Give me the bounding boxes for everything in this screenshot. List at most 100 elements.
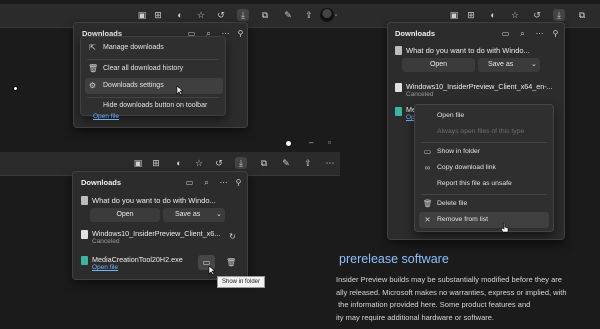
menu-item-label: Hide downloads button on toolbar: [103, 102, 208, 109]
file-icon: [395, 83, 402, 92]
show-in-folder-item[interactable]: ▭ Show in folder: [419, 144, 549, 160]
file-icon: [395, 46, 402, 55]
collections-icon[interactable]: ⧉: [576, 9, 588, 21]
download-question: What do you want to do with Windo...: [92, 196, 216, 205]
search-icon[interactable]: ⌕: [202, 178, 211, 187]
maximize-icon[interactable]: ▫: [328, 138, 331, 147]
link-icon: ∞: [424, 163, 431, 172]
close-icon: ✕: [424, 215, 431, 224]
open-button[interactable]: Open: [402, 58, 475, 72]
download-status: Canceled: [92, 238, 120, 245]
avatar[interactable]: [320, 8, 334, 22]
paragraph-line: ity may require additional hardware or s…: [336, 312, 494, 322]
downloads-icon[interactable]: ⤓: [235, 157, 247, 169]
page-heading: prerelease software: [339, 252, 449, 266]
delete-file-item[interactable]: 🗑 Delete file: [419, 196, 549, 212]
file-icon: [81, 196, 88, 205]
history-icon[interactable]: ↺: [215, 9, 227, 21]
download-name: Windows10_InsiderPreview_Client_x6...: [92, 229, 221, 238]
favorite-icon[interactable]: ☆: [195, 9, 207, 21]
pin-icon[interactable]: ⚲: [236, 29, 245, 38]
favorite-icon[interactable]: ☆: [193, 157, 205, 169]
chevron-down-icon[interactable]: ⌄: [216, 208, 222, 222]
share-icon[interactable]: ⇪: [302, 157, 314, 169]
collections-icon[interactable]: ⧉: [259, 9, 271, 21]
tooltip: Show in folder: [217, 276, 266, 288]
hand-cursor: [501, 223, 509, 233]
open-file-item[interactable]: Open file: [419, 108, 549, 124]
history-icon[interactable]: ↺: [531, 9, 543, 21]
menu-item-label: Clear all download history: [103, 65, 184, 72]
download-question: What do you want to do with Windo...: [406, 46, 530, 55]
downloads-settings-item[interactable]: ⚙ Downloads settings: [85, 78, 223, 94]
trash-icon: 🗑: [423, 199, 433, 208]
download-name: Windows10_InsiderPreview_Client_x64_en-.…: [406, 82, 553, 91]
retry-icon[interactable]: ↻: [228, 232, 237, 241]
reader-icon[interactable]: ⊞: [150, 157, 162, 169]
reader-icon[interactable]: ⊞: [152, 9, 164, 21]
page-paragraph: Insider Preview builds may be substantia…: [336, 274, 600, 324]
always-open-item: Always open files of this type: [419, 124, 549, 140]
remove-from-list-item[interactable]: ✕ Remove from list: [419, 212, 549, 228]
divider: [421, 194, 547, 195]
downloads-icon[interactable]: ⤓: [237, 9, 249, 21]
file-icon: [81, 230, 88, 239]
menu-item-label: Manage downloads: [103, 44, 164, 51]
copy-link-item[interactable]: ∞ Copy download link: [419, 160, 549, 176]
chevron-down-icon[interactable]: ⌄: [531, 58, 537, 72]
folder-icon: ▭: [423, 147, 432, 156]
note-icon[interactable]: ✎: [282, 9, 294, 21]
paragraph-line: ally released. Microsoft makes no warran…: [336, 287, 567, 297]
paragraph-line: Insider Preview builds may be substantia…: [336, 275, 562, 284]
panel-title: Downloads: [395, 29, 436, 38]
context-item-label: Always open files of this type: [437, 128, 525, 135]
extension-icon[interactable]: ◐: [173, 157, 185, 169]
folder-icon[interactable]: ▭: [501, 29, 510, 38]
downloads-panel-bottom-left: Downloads ▭ ⌕ ⋯ ⚲ What do you want to do…: [72, 171, 248, 280]
downloads-icon[interactable]: ⤓: [553, 9, 565, 21]
download-context-menu: Open file Always open files of this type…: [414, 104, 554, 232]
downloads-more-menu: ⇱ Manage downloads 🗑 Clear all download …: [80, 36, 226, 116]
reader-icon[interactable]: ⊞: [465, 9, 477, 21]
report-unsafe-item[interactable]: Report this file as unsafe: [419, 176, 549, 192]
open-file-link[interactable]: Open file: [92, 264, 118, 271]
file-icon: [395, 107, 402, 116]
more-icon[interactable]: ⋯: [535, 29, 544, 38]
pin-icon[interactable]: ⚲: [234, 178, 243, 187]
note-icon[interactable]: ✎: [280, 157, 292, 169]
collections-icon[interactable]: ⧉: [258, 157, 270, 169]
hide-downloads-button-item[interactable]: Hide downloads button on toolbar: [85, 98, 223, 114]
download-name: MediaCreationTool20H2.exe: [92, 255, 183, 264]
share-icon[interactable]: ⇪: [303, 9, 315, 21]
menu-item-label: Downloads settings: [103, 82, 164, 89]
pin-icon[interactable]: ⚲: [551, 29, 560, 38]
context-item-label: Open file: [437, 112, 465, 119]
external-icon: ⇱: [89, 43, 96, 52]
divider: [421, 142, 547, 143]
more-icon[interactable]: ⋯: [219, 178, 228, 187]
read-aloud-icon[interactable]: ▣: [132, 157, 144, 169]
favorite-icon[interactable]: ☆: [509, 9, 521, 21]
search-icon[interactable]: ⌕: [518, 29, 527, 38]
clear-history-item[interactable]: 🗑 Clear all download history: [85, 61, 223, 77]
history-icon[interactable]: ↺: [213, 157, 225, 169]
gear-icon: ⚙: [88, 81, 97, 90]
open-button[interactable]: Open: [90, 208, 160, 222]
minimize-icon[interactable]: –: [309, 138, 313, 147]
trash-icon[interactable]: 🗑: [226, 258, 236, 267]
manage-downloads-item[interactable]: ⇱ Manage downloads: [85, 40, 223, 56]
settings-icon[interactable]: ⋯: [324, 157, 336, 169]
file-icon: [81, 256, 88, 265]
read-aloud-icon[interactable]: ▣: [136, 9, 148, 21]
divider: [87, 59, 219, 60]
open-file-link[interactable]: Open file: [93, 113, 119, 120]
extension-icon[interactable]: ◐: [174, 9, 186, 21]
context-item-label: Copy download link: [437, 164, 496, 171]
read-aloud-icon[interactable]: ▣: [448, 9, 460, 21]
context-item-label: Delete file: [437, 200, 468, 207]
mouse-cursor: [208, 266, 215, 276]
context-item-label: Report this file as unsafe: [437, 180, 512, 187]
folder-icon[interactable]: ▭: [185, 178, 194, 187]
extension-icon[interactable]: ◐: [487, 9, 499, 21]
download-status: Canceled: [406, 91, 434, 98]
